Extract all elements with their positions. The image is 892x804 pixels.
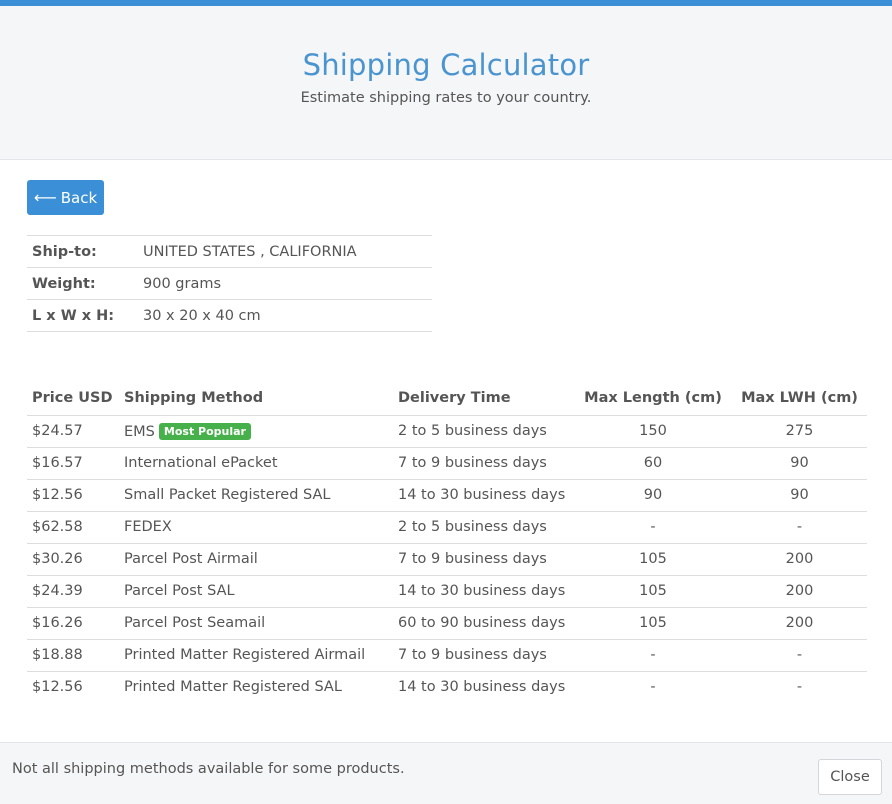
column-header-max-length: Max Length (cm) [574, 382, 732, 416]
rate-max-lwh: 90 [732, 478, 867, 511]
column-header-price: Price USD [27, 382, 119, 416]
column-header-max-lwh: Max LWH (cm) [732, 382, 867, 416]
shipment-details: Ship-to: UNITED STATES , CALIFORNIA Weig… [27, 235, 432, 332]
rate-max-length: - [574, 670, 732, 703]
rate-method: Printed Matter Registered Airmail [119, 638, 393, 671]
rate-method: Parcel Post Seamail [119, 606, 393, 639]
rate-method: Printed Matter Registered SAL [119, 670, 393, 703]
rate-max-lwh: 200 [732, 606, 867, 639]
back-button[interactable]: ⟵ Back [27, 180, 104, 215]
table-row: $62.58 FEDEX 2 to 5 business days - - [27, 510, 867, 543]
rate-method: Parcel Post SAL [119, 574, 393, 607]
rate-price: $30.26 [27, 542, 119, 575]
rate-method: Small Packet Registered SAL [119, 478, 393, 511]
rate-max-lwh: 275 [785, 423, 814, 439]
rate-max-lwh: - [732, 670, 867, 703]
table-row: $16.57 International ePacket 7 to 9 busi… [27, 446, 867, 479]
rate-price: $16.26 [27, 606, 119, 639]
rate-delivery-time: 14 to 30 business days [393, 670, 574, 703]
rate-delivery-time: 60 to 90 business days [393, 606, 574, 639]
rate-max-lwh: 200 [732, 542, 867, 575]
rate-max-length: 105 [574, 606, 732, 639]
rate-delivery-time: 2 to 5 business days [398, 423, 547, 439]
most-popular-badge: Most Popular [158, 422, 251, 440]
close-button[interactable]: Close [818, 759, 882, 795]
table-row: $30.26 Parcel Post Airmail 7 to 9 busine… [27, 542, 867, 575]
arrow-left-icon: ⟵ [33, 187, 57, 207]
shipping-rates-table: Price USD Shipping Method Delivery Time … [27, 382, 867, 703]
rate-price: $18.88 [27, 638, 119, 671]
page-title: Shipping Calculator [302, 48, 590, 82]
rate-delivery-time: 14 to 30 business days [393, 478, 574, 511]
column-header-method: Shipping Method [119, 382, 393, 416]
shipment-value: 900 grams [138, 267, 432, 300]
rate-max-length: 105 [574, 542, 732, 575]
rate-method: EMS Most Popular [119, 415, 393, 447]
rate-max-length: - [574, 510, 732, 543]
rate-price: $12.56 [27, 670, 119, 703]
rate-delivery-time: 14 to 30 business days [393, 574, 574, 607]
shipment-label: Weight: [27, 267, 138, 300]
rate-max-lwh: 90 [732, 446, 867, 479]
rate-max-length: 90 [574, 478, 732, 511]
rate-price: $24.57 [32, 423, 83, 439]
rate-method: International ePacket [119, 446, 393, 479]
rate-max-length: 105 [574, 574, 732, 607]
rate-price: $12.56 [27, 478, 119, 511]
table-row: $16.26 Parcel Post Seamail 60 to 90 busi… [27, 606, 867, 639]
rate-method: FEDEX [119, 510, 393, 543]
column-header-delivery-time: Delivery Time [393, 382, 574, 416]
rate-max-lwh: 200 [732, 574, 867, 607]
table-row: $12.56 Printed Matter Registered SAL 14 … [27, 670, 867, 703]
rate-price: $16.57 [27, 446, 119, 479]
shipment-value: UNITED STATES , CALIFORNIA [138, 235, 432, 268]
rate-delivery-time: 7 to 9 business days [393, 542, 574, 575]
rate-max-length: 150 [639, 423, 667, 439]
modal-header: Shipping Calculator Estimate shipping ra… [0, 6, 892, 160]
rate-delivery-time: 7 to 9 business days [393, 446, 574, 479]
shipment-label: L x W x H: [27, 299, 138, 332]
shipment-value: 30 x 20 x 40 cm [138, 299, 432, 332]
shipment-row: L x W x H: 30 x 20 x 40 cm [27, 299, 432, 332]
rate-max-lwh: - [732, 638, 867, 671]
rate-delivery-time: 2 to 5 business days [393, 510, 574, 543]
rate-method-name: EMS [124, 423, 155, 440]
table-header-row: Price USD Shipping Method Delivery Time … [27, 382, 867, 416]
modal-footer: Not all shipping methods available for s… [0, 742, 892, 804]
shipment-label: Ship-to: [27, 235, 138, 268]
table-row: $18.88 Printed Matter Registered Airmail… [27, 638, 867, 671]
rate-max-lwh: - [732, 510, 867, 543]
table-row: $24.57 EMS Most Popular 2 to 5 business d… [27, 415, 867, 447]
shipment-row: Weight: 900 grams [27, 267, 432, 300]
table-row: $12.56 Small Packet Registered SAL 14 to… [27, 478, 867, 511]
rate-max-length: - [574, 638, 732, 671]
rate-max-length: 60 [574, 446, 732, 479]
footer-note: Not all shipping methods available for s… [12, 761, 405, 777]
rate-method: Parcel Post Airmail [119, 542, 393, 575]
rate-delivery-time: 7 to 9 business days [393, 638, 574, 671]
shipment-row: Ship-to: UNITED STATES , CALIFORNIA [27, 235, 432, 268]
back-button-label: Back [60, 188, 98, 207]
rate-price: $62.58 [27, 510, 119, 543]
page-subtitle: Estimate shipping rates to your country. [300, 90, 592, 106]
table-row: $24.39 Parcel Post SAL 14 to 30 business… [27, 574, 867, 607]
rate-price: $24.39 [27, 574, 119, 607]
